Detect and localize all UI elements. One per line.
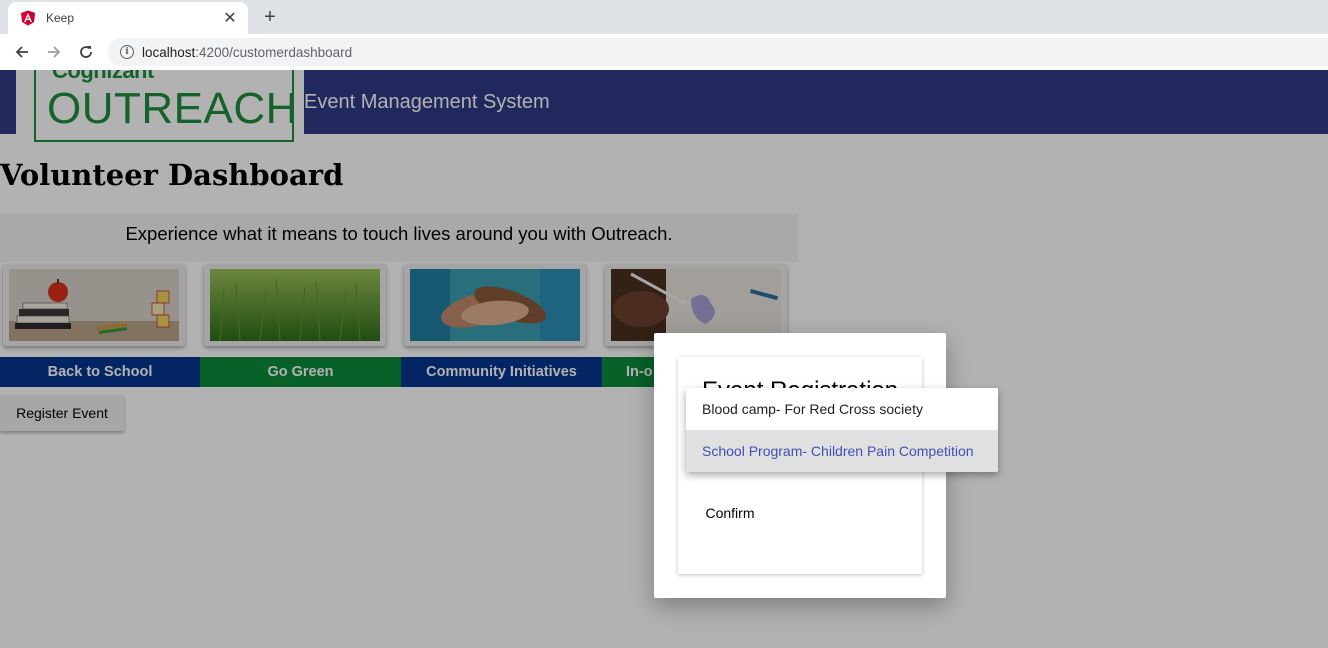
browser-toolbar: i localhost :4200/customerdashboard bbox=[0, 34, 1328, 70]
browser-tab[interactable]: Keep ✕ bbox=[8, 2, 248, 34]
confirm-button[interactable]: Confirm bbox=[690, 495, 770, 531]
select-option-school-program[interactable]: School Program- Children Pain Competitio… bbox=[686, 430, 998, 472]
back-icon[interactable] bbox=[8, 38, 36, 66]
page-viewport: Cognizant OUTREACH Event Management Syst… bbox=[0, 70, 1328, 648]
angular-icon bbox=[20, 10, 36, 26]
option-label: School Program- Children Pain Competitio… bbox=[702, 443, 974, 459]
info-icon[interactable]: i bbox=[120, 45, 134, 59]
select-option-blood-camp[interactable]: Blood camp- For Red Cross society bbox=[686, 388, 998, 430]
event-select-dropdown: Blood camp- For Red Cross society School… bbox=[686, 388, 998, 472]
url-path: :4200/customerdashboard bbox=[195, 44, 353, 60]
option-label: Blood camp- For Red Cross society bbox=[702, 401, 923, 417]
forward-icon[interactable] bbox=[40, 38, 68, 66]
browser-tabstrip: Keep ✕ + bbox=[0, 0, 1328, 34]
close-tab-icon[interactable]: ✕ bbox=[222, 8, 238, 28]
address-bar[interactable]: i localhost :4200/customerdashboard bbox=[108, 38, 1328, 66]
tab-title: Keep bbox=[46, 11, 75, 25]
new-tab-icon[interactable]: + bbox=[258, 5, 282, 29]
reload-icon[interactable] bbox=[72, 38, 100, 66]
url-host: localhost bbox=[142, 44, 196, 60]
